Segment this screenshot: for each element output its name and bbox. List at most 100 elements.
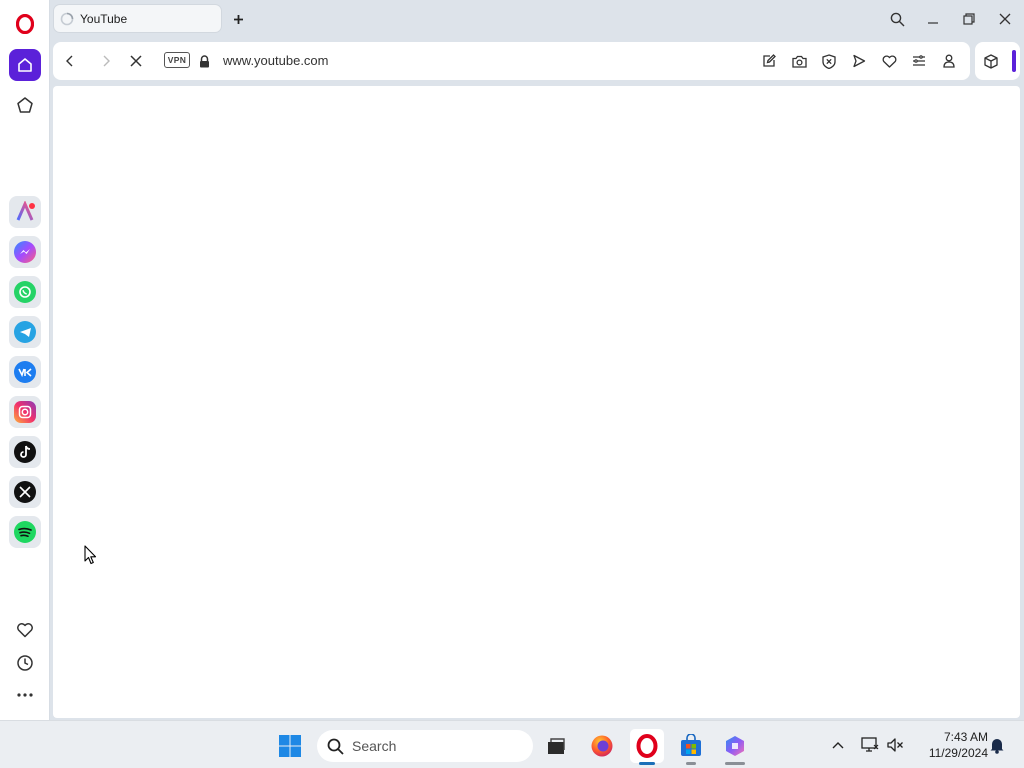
mouse-cursor-icon — [84, 545, 97, 565]
more-icon — [17, 693, 33, 697]
restore-icon — [963, 13, 975, 25]
chevron-up-icon — [832, 742, 844, 749]
bell-icon — [990, 738, 1004, 754]
back-button[interactable] — [61, 52, 79, 70]
vpn-badge[interactable]: VPN — [164, 52, 190, 68]
restore-button[interactable] — [957, 8, 981, 30]
copilot-icon — [726, 736, 744, 756]
running-indicator — [686, 762, 696, 765]
camera-icon — [791, 55, 807, 68]
taskbar-opera[interactable] — [630, 729, 664, 765]
heart-icon — [882, 55, 896, 68]
stop-loading-button[interactable] — [127, 52, 145, 70]
store-icon — [681, 734, 701, 756]
sidebar-app-tiktok[interactable] — [9, 436, 41, 468]
minimize-icon — [928, 22, 938, 24]
snapshot-button[interactable] — [790, 52, 808, 70]
new-tab-button[interactable] — [228, 10, 248, 28]
forward-icon — [103, 55, 110, 67]
opera-logo-icon — [16, 14, 34, 34]
minimize-button[interactable] — [921, 8, 945, 30]
running-indicator — [639, 762, 655, 765]
close-icon — [999, 13, 1011, 25]
sidebar-item-pinboards[interactable] — [9, 89, 41, 121]
plus-icon — [233, 14, 243, 24]
adblock-button[interactable] — [820, 52, 838, 70]
search-icon — [327, 738, 344, 755]
sidebar-app-aria[interactable] — [9, 196, 41, 228]
easy-setup-button[interactable] — [910, 52, 928, 70]
clock-date: 11/29/2024 — [928, 746, 988, 760]
search-placeholder: Search — [352, 738, 397, 754]
tab-youtube[interactable]: YouTube — [54, 5, 221, 32]
sidebar-item-home[interactable] — [9, 49, 41, 81]
sidebar-app-telegram[interactable] — [9, 316, 41, 348]
sidebar-app-spotify[interactable] — [9, 516, 41, 548]
task-view-button[interactable] — [539, 729, 573, 763]
taskbar-copilot[interactable] — [718, 729, 752, 765]
speaker-muted-icon — [887, 738, 903, 752]
shield-icon — [822, 53, 836, 69]
search-icon — [890, 12, 904, 26]
sidebar-app-instagram[interactable] — [9, 396, 41, 428]
x-icon — [14, 481, 36, 503]
aria-icon — [16, 201, 35, 221]
close-button[interactable] — [993, 8, 1017, 30]
system-clock[interactable]: 7:43 AM 11/29/2024 — [912, 729, 988, 761]
clock-icon — [17, 655, 33, 671]
settings-sliders-icon — [913, 55, 925, 66]
stop-icon — [130, 55, 142, 67]
url-text[interactable]: www.youtube.com — [223, 53, 329, 68]
show-hidden-icons-button[interactable] — [828, 735, 848, 755]
tab-search-button[interactable] — [885, 8, 909, 30]
heart-icon — [17, 623, 33, 638]
sidebar-item-bookmarks[interactable] — [9, 614, 41, 646]
telegram-icon — [14, 321, 36, 343]
extensions-area — [975, 42, 1020, 80]
tray-network[interactable] — [860, 735, 880, 755]
user-icon — [943, 54, 955, 68]
flow-button[interactable] — [850, 52, 868, 70]
extensions-button[interactable] — [982, 52, 1000, 70]
sidebar-more-button[interactable] — [9, 679, 41, 711]
home-icon — [18, 58, 32, 72]
security-lock[interactable] — [195, 52, 213, 70]
windows-logo-icon — [279, 735, 301, 757]
firefox-icon — [591, 735, 613, 757]
sidebar-app-vk[interactable] — [9, 356, 41, 388]
opera-sidebar — [0, 0, 50, 720]
sidebar-app-whatsapp[interactable] — [9, 276, 41, 308]
profile-button[interactable] — [940, 52, 958, 70]
taskbar-firefox[interactable] — [585, 729, 619, 763]
sidebar-app-x[interactable] — [9, 476, 41, 508]
instagram-icon — [14, 401, 36, 423]
start-button[interactable] — [273, 729, 307, 763]
send-icon — [853, 54, 866, 68]
sidebar-app-messenger[interactable] — [9, 236, 41, 268]
opera-menu-button[interactable] — [9, 8, 41, 40]
taskbar-search[interactable]: Search — [317, 730, 533, 762]
address-toolbar: VPN www.youtube.com — [53, 42, 970, 80]
web-page-content[interactable] — [53, 86, 1020, 718]
loading-spinner-icon — [60, 12, 74, 25]
spotify-icon — [14, 521, 36, 543]
vk-icon — [14, 361, 36, 383]
running-indicator — [725, 762, 745, 765]
snapshot-edit-button[interactable] — [760, 52, 778, 70]
tab-title: YouTube — [80, 11, 128, 26]
taskbar-microsoft-store[interactable] — [674, 729, 708, 765]
clock-time: 7:43 AM — [943, 730, 988, 744]
bookmark-heart-button[interactable] — [880, 52, 898, 70]
task-view-icon — [548, 738, 565, 754]
cube-icon — [984, 53, 998, 69]
notification-button[interactable] — [987, 735, 1007, 755]
back-icon — [66, 55, 73, 67]
edit-icon — [763, 54, 776, 67]
whatsapp-icon — [14, 281, 36, 303]
tray-volume[interactable] — [885, 735, 905, 755]
sidebar-item-history[interactable] — [9, 647, 41, 679]
star-icon — [17, 97, 33, 113]
forward-button[interactable] — [97, 52, 115, 70]
lock-icon — [199, 54, 209, 67]
monitor-icon — [861, 737, 879, 752]
